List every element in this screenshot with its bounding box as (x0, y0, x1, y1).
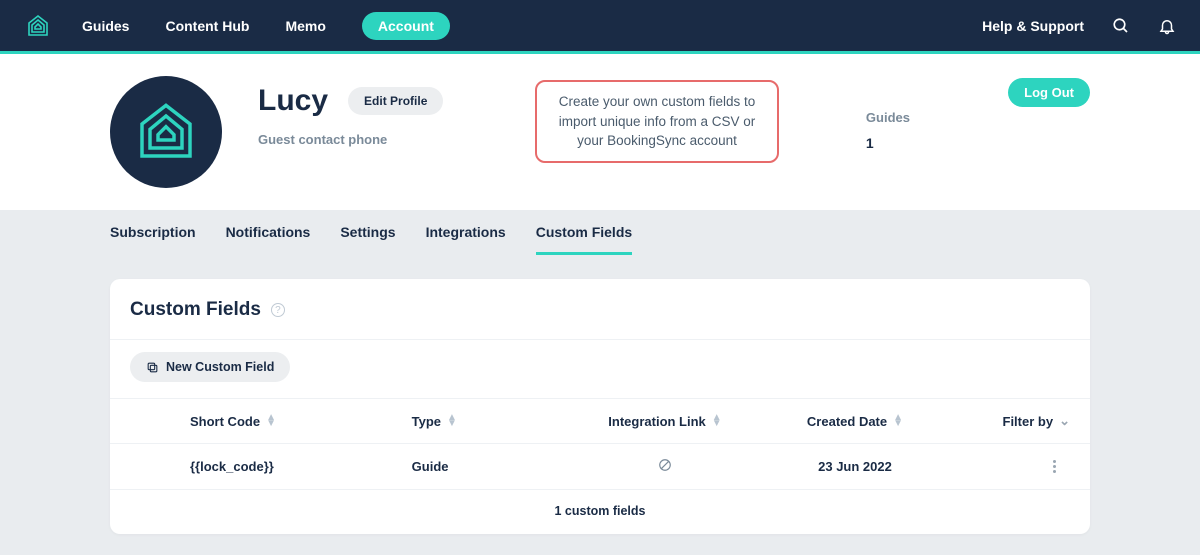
sort-icon: ▲▼ (266, 415, 276, 427)
nav-memo[interactable]: Memo (285, 18, 325, 34)
sort-icon: ▲▼ (712, 415, 722, 427)
th-type[interactable]: Type ▲▼ (412, 414, 570, 429)
custom-fields-card: Custom Fields ? New Custom Field Short C… (110, 279, 1090, 534)
table-footer: 1 custom fields (110, 489, 1090, 534)
new-custom-field-label: New Custom Field (166, 360, 274, 374)
tab-subscription[interactable]: Subscription (110, 224, 196, 255)
custom-fields-table: Short Code ▲▼ Type ▲▼ Integration Link ▲… (110, 398, 1090, 534)
nav-items: Guides Content Hub Memo Account (82, 12, 450, 40)
sort-icon: ▲▼ (447, 415, 457, 427)
help-icon[interactable]: ? (271, 303, 285, 317)
avatar (110, 76, 222, 188)
cell-type: Guide (412, 459, 570, 474)
profile-info: Lucy Edit Profile Guest contact phone (258, 76, 443, 147)
new-custom-field-button[interactable]: New Custom Field (130, 352, 290, 382)
blocked-icon (658, 458, 672, 472)
nav-content-hub[interactable]: Content Hub (165, 18, 249, 34)
tab-notifications[interactable]: Notifications (226, 224, 311, 255)
cell-created-date: 23 Jun 2022 (760, 459, 950, 474)
row-menu-button[interactable] (950, 460, 1070, 473)
sort-icon: ▲▼ (893, 415, 903, 427)
card-toolbar: New Custom Field (110, 339, 1090, 398)
table-head: Short Code ▲▼ Type ▲▼ Integration Link ▲… (110, 398, 1090, 444)
copy-icon (146, 361, 159, 374)
account-tabs: Subscription Notifications Settings Inte… (0, 210, 1200, 255)
card-header: Custom Fields ? (110, 279, 1090, 339)
table-row[interactable]: {{lock_code}} Guide 23 Jun 2022 (110, 444, 1090, 489)
tab-integrations[interactable]: Integrations (426, 224, 506, 255)
topbar: Guides Content Hub Memo Account Help & S… (0, 0, 1200, 54)
th-short-code[interactable]: Short Code ▲▼ (190, 414, 412, 429)
stat-label: Guides (866, 110, 910, 125)
cell-integration-link (570, 458, 760, 475)
callout-annotation: Create your own custom fields to import … (535, 80, 779, 163)
nav-right: Help & Support (982, 17, 1176, 35)
card-wrap: Custom Fields ? New Custom Field Short C… (0, 255, 1200, 542)
cell-short-code: {{lock_code}} (190, 459, 412, 474)
th-created-date[interactable]: Created Date ▲▼ (760, 414, 950, 429)
profile-section: Lucy Edit Profile Guest contact phone Cr… (0, 54, 1200, 210)
chevron-down-icon: ⌄ (1059, 413, 1070, 429)
logo-icon[interactable] (24, 12, 52, 40)
tab-custom-fields[interactable]: Custom Fields (536, 224, 632, 255)
stat-value: 1 (866, 135, 910, 151)
bell-icon[interactable] (1158, 17, 1176, 35)
filter-by-dropdown[interactable]: Filter by ⌄ (950, 413, 1070, 429)
card-title: Custom Fields (130, 299, 261, 321)
logout-button[interactable]: Log Out (1008, 78, 1090, 107)
profile-name: Lucy (258, 84, 328, 118)
search-icon[interactable] (1112, 17, 1130, 35)
nav-guides[interactable]: Guides (82, 18, 129, 34)
th-integration-link[interactable]: Integration Link ▲▼ (570, 414, 760, 429)
edit-profile-button[interactable]: Edit Profile (348, 87, 443, 115)
help-support-link[interactable]: Help & Support (982, 18, 1084, 34)
profile-subtitle: Guest contact phone (258, 132, 443, 147)
tab-settings[interactable]: Settings (340, 224, 395, 255)
nav-account[interactable]: Account (362, 12, 450, 40)
